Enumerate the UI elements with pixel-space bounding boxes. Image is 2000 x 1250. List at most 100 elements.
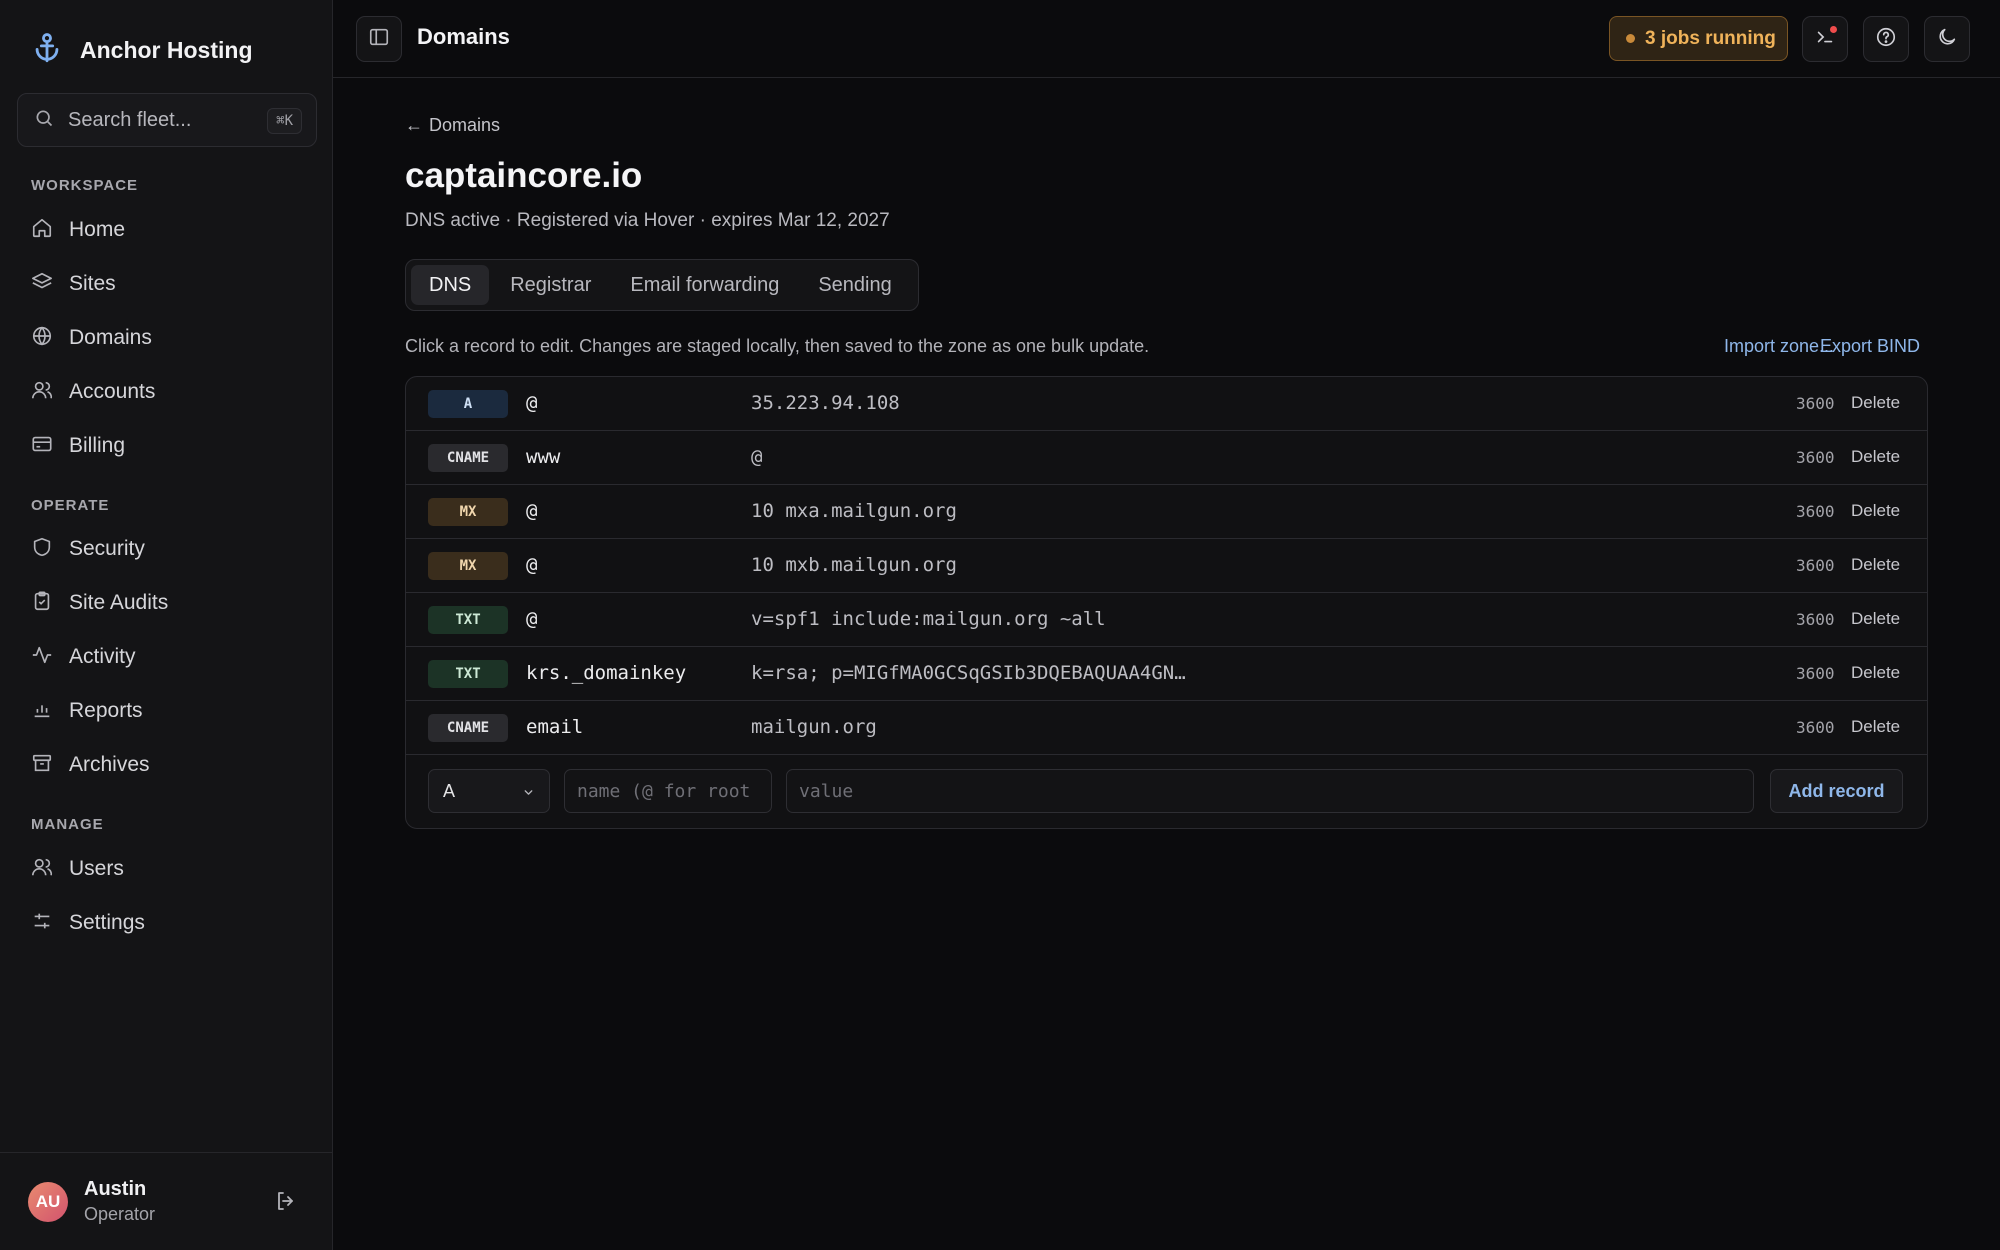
jobs-running-button[interactable]: 3 jobs running — [1609, 16, 1788, 61]
topbar: Domains 3 jobs running — [333, 0, 2000, 78]
tab-email-forwarding[interactable]: Email forwarding — [612, 265, 797, 305]
dns-record-row[interactable]: MX @10 mxa.mailgun.org 3600 Delete — [406, 485, 1927, 539]
record-value: 10 mxb.mailgun.org — [751, 554, 957, 576]
sidebar-panel-icon — [368, 26, 390, 53]
avatar: AU — [28, 1181, 68, 1222]
sidebar-item-label: Billing — [69, 434, 126, 457]
record-name: @ — [526, 608, 538, 630]
terminal-button[interactable] — [1802, 16, 1848, 62]
search-icon — [34, 108, 54, 133]
user-name: Austin — [84, 1178, 147, 1200]
record-value: 35.223.94.108 — [751, 392, 900, 414]
record-type-badge: MX — [428, 552, 508, 580]
record-name: www — [526, 446, 561, 468]
record-value: k=rsa; p=MIGfMA0GCSqGSIb3DQEBAQUAA4GN… — [751, 662, 1186, 684]
dns-record-row[interactable]: CNAME email mailgun.org 3600 Delete — [406, 701, 1927, 755]
dns-records-table: A @35.223.94.108 3600 Delete CNAME www @3600 De… — [405, 376, 1928, 829]
delete-record-button[interactable]: Delete — [1851, 555, 1900, 575]
credit-card-icon — [31, 433, 53, 460]
tab-dns[interactable]: DNS — [411, 265, 490, 305]
section-title-workspace: WORKSPACE — [31, 177, 139, 194]
export-bind-link[interactable]: Export BIND — [1820, 336, 1920, 357]
record-type-badge: CNAME — [428, 444, 508, 472]
sidebar-item-settings[interactable]: Settings — [17, 900, 317, 946]
record-type-badge: TXT — [428, 606, 508, 634]
jobs-running-label: 3 jobs running — [1645, 27, 1776, 49]
section-title-operate: OPERATE — [31, 497, 110, 514]
home-icon — [31, 217, 53, 244]
edit-hint: Click a record to edit. Changes are stag… — [405, 336, 1150, 356]
sidebar-item-archives[interactable]: Archives — [17, 742, 317, 788]
sidebar-item-label: Accounts — [69, 380, 156, 403]
status-dot — [1626, 34, 1635, 43]
delete-record-button[interactable]: Delete — [1851, 663, 1900, 683]
back-label: Domains — [429, 115, 501, 135]
sidebar-item-reports[interactable]: Reports — [17, 688, 317, 734]
layers-icon — [31, 271, 53, 298]
toggle-sidebar-button[interactable] — [356, 16, 402, 62]
sidebar-item-domains[interactable]: Domains — [17, 315, 317, 361]
dns-record-row[interactable]: A @35.223.94.108 3600 Delete — [406, 377, 1927, 431]
tab-registrar[interactable]: Registrar — [492, 265, 609, 305]
dns-record-row[interactable]: TXT krs._domainkey k=rsa; p=MIGfMA0GCSqGSI… — [406, 647, 1927, 701]
tabs: DNS Registrar Email forwarding Sending — [405, 259, 919, 311]
section-title-manage: MANAGE — [31, 816, 104, 833]
back-link[interactable]: ← Domains — [405, 115, 500, 136]
dns-record-row[interactable]: TXT @ v=spf1 include:mailgun.org ~all 3600 D… — [406, 593, 1927, 647]
delete-record-button[interactable]: Delete — [1851, 393, 1900, 413]
sidebar-item-users[interactable]: Users — [17, 846, 317, 892]
search-input[interactable]: Search fleet... ⌘K — [17, 93, 317, 147]
sidebar-item-security[interactable]: Security — [17, 526, 317, 572]
sidebar-item-site-audits[interactable]: Site Audits — [17, 580, 317, 626]
sidebar-item-label: Sites — [69, 272, 116, 295]
record-value: v=spf1 include:mailgun.org ~all — [751, 608, 1106, 630]
record-name: @ — [526, 500, 538, 522]
record-ttl: 3600 — [1796, 502, 1835, 521]
delete-record-button[interactable]: Delete — [1851, 609, 1900, 629]
sidebar-item-activity[interactable]: Activity — [17, 634, 317, 680]
sidebar-item-label: Security — [69, 537, 145, 560]
sidebar-item-home[interactable]: Home — [17, 207, 317, 253]
record-ttl: 3600 — [1796, 394, 1835, 413]
record-type-value: A — [443, 780, 456, 801]
record-ttl: 3600 — [1796, 718, 1835, 737]
record-value-input[interactable] — [786, 769, 1754, 813]
dns-record-row[interactable]: CNAME www @3600 Delete — [406, 431, 1927, 485]
users-icon — [31, 379, 53, 406]
sidebar-item-accounts[interactable]: Accounts — [17, 369, 317, 415]
import-zone-link[interactable]: Import zone... — [1724, 336, 1834, 357]
theme-toggle-button[interactable] — [1924, 16, 1970, 62]
dns-record-row[interactable]: MX @10 mxb.mailgun.org 3600 Delete — [406, 539, 1927, 593]
sidebar-item-billing[interactable]: Billing — [17, 423, 317, 469]
record-name-input[interactable] — [564, 769, 772, 813]
record-value: 10 mxa.mailgun.org — [751, 500, 957, 522]
record-type-select[interactable]: A — [428, 769, 550, 813]
search-shortcut: ⌘K — [267, 108, 302, 134]
notification-dot — [1830, 26, 1837, 33]
delete-record-button[interactable]: Delete — [1851, 447, 1900, 467]
delete-record-button[interactable]: Delete — [1851, 717, 1900, 737]
activity-icon — [31, 644, 53, 671]
user-role: Operator — [84, 1204, 156, 1224]
record-type-badge: MX — [428, 498, 508, 526]
sidebar: Anchor Hosting Search fleet... ⌘K WORKSP… — [0, 0, 333, 1250]
sidebar-item-label: Home — [69, 218, 126, 241]
user-profile: AU Austin Operator — [0, 1152, 332, 1250]
help-circle-icon — [1875, 26, 1897, 53]
sidebar-item-label: Settings — [69, 911, 145, 934]
add-record-button[interactable]: Add record — [1770, 769, 1903, 813]
record-value: mailgun.org — [751, 716, 877, 738]
search-placeholder: Search fleet... — [68, 108, 192, 131]
sliders-icon — [31, 910, 53, 937]
archive-icon — [31, 752, 53, 779]
delete-record-button[interactable]: Delete — [1851, 501, 1900, 521]
bar-chart-icon — [31, 698, 53, 725]
sidebar-item-sites[interactable]: Sites — [17, 261, 317, 307]
sidebar-item-label: Site Audits — [69, 591, 169, 614]
globe-icon — [31, 325, 53, 352]
main: Domains 3 jobs running ← Domains captain… — [333, 0, 2000, 1250]
tab-sending[interactable]: Sending — [800, 265, 909, 305]
brand[interactable]: Anchor Hosting — [0, 0, 332, 100]
logout-icon[interactable] — [274, 1189, 298, 1213]
help-button[interactable] — [1863, 16, 1909, 62]
